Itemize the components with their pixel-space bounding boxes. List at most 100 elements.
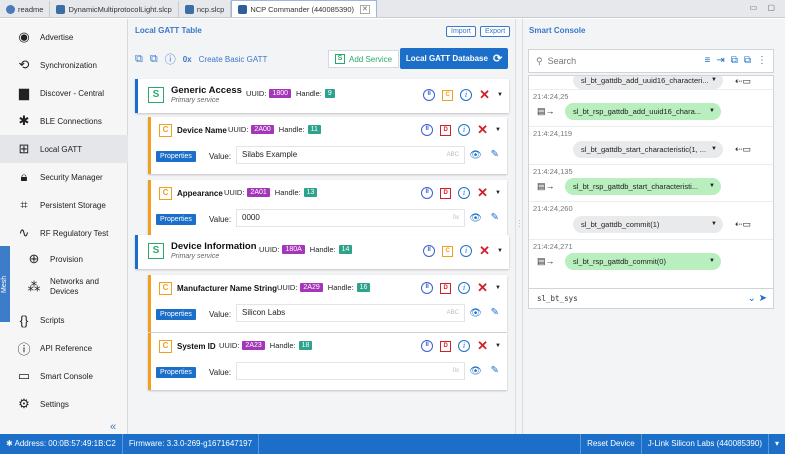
collapse-sidebar-icon[interactable]: « — [110, 421, 116, 433]
format-indicator[interactable]: 0x — [453, 210, 459, 226]
info-icon[interactable]: i — [458, 124, 471, 136]
command-bubble[interactable]: sl_bt_gattdb_start_characteristic(1, ...… — [573, 141, 723, 158]
pencil-icon[interactable]: ✎ — [491, 149, 499, 160]
send-icon[interactable]: ⌄ ➤ — [747, 289, 767, 308]
copy-icon[interactable]: ⧉ — [731, 55, 738, 66]
service-card[interactable]: S Device Information Primary service UUI… — [135, 235, 509, 269]
delete-icon[interactable]: ✕ — [477, 186, 488, 199]
eye-icon[interactable]: 👁︎ — [469, 213, 482, 224]
eye-icon[interactable]: 👁︎ — [469, 366, 482, 377]
eye-icon[interactable]: 👁︎ — [469, 150, 482, 161]
properties-button[interactable]: Properties — [156, 214, 196, 225]
value-input[interactable]: Silicon Labs ABC — [236, 304, 465, 322]
copy-icon[interactable]: ⧉ — [135, 53, 143, 66]
sidebar-item-scripts[interactable]: {} Scripts — [0, 306, 128, 334]
sidebar-item-persistent-storage[interactable]: ⌗ Persistent Storage — [0, 191, 128, 219]
chevron-down-icon[interactable]: ▼ — [711, 76, 717, 89]
info-icon[interactable]: i — [458, 340, 471, 352]
service-card[interactable]: S Generic Access Primary service UUID: 18… — [135, 79, 509, 113]
paste-icon[interactable]: ⧉ — [150, 53, 158, 66]
format-indicator[interactable]: ABC — [447, 147, 459, 163]
info-icon[interactable]: i — [460, 89, 473, 101]
info-icon[interactable]: i — [460, 245, 473, 257]
add-descriptor-icon[interactable]: D — [440, 340, 452, 352]
import-button[interactable]: Import — [446, 26, 476, 37]
chevron-down-icon[interactable]: ▼ — [497, 248, 503, 254]
tab-dmp-light[interactable]: DynamicMultiprotocolLight.slcp — [50, 1, 179, 17]
sidebar-item-local-gatt[interactable]: ⊞ Local GATT — [0, 135, 128, 163]
tab-ncp-commander[interactable]: NCP Commander (440085390) ✕ — [231, 0, 377, 17]
tab-readme[interactable]: readme — [0, 1, 51, 17]
chevron-down-icon[interactable]: ▼ — [495, 343, 501, 349]
chevron-down-icon[interactable]: ▼ — [495, 285, 501, 291]
clear-filter-icon[interactable]: ≡ — [704, 55, 710, 66]
properties-button[interactable]: Properties — [156, 367, 196, 378]
create-basic-gatt-button[interactable]: Create Basic GATT — [199, 55, 268, 64]
command-input[interactable]: sl_bt_sys ⌄ ➤ — [528, 288, 774, 309]
chevron-down-icon[interactable]: ▼ — [709, 103, 715, 120]
chevron-down-icon[interactable]: ▼ — [709, 178, 715, 195]
characteristic-card[interactable]: C Manufacturer Name String UUID: 2A29 Han… — [148, 275, 507, 332]
command-bubble[interactable]: sl_bt_gattdb_add_uuid16_characteri... ▼ — [573, 76, 723, 89]
sidebar-item-advertise[interactable]: ◉ Advertise — [0, 23, 128, 51]
add-descriptor-icon[interactable]: D — [440, 124, 452, 136]
add-characteristic-icon[interactable]: C — [442, 89, 454, 101]
chat-icon[interactable]: ▾ — [767, 434, 785, 454]
info-icon[interactable]: ⓘ — [165, 51, 176, 67]
delete-icon[interactable]: ✕ — [479, 244, 490, 257]
properties-button[interactable]: Properties — [156, 151, 196, 162]
sidebar-item-synchronization[interactable]: ⟲ Synchronization — [0, 51, 128, 79]
format-indicator[interactable]: ABC — [447, 305, 459, 321]
sidebar-item-discover[interactable]: ▆ Discover - Central — [0, 79, 128, 107]
sidebar-item-security-manager[interactable]: 🔒︎ Security Manager — [0, 163, 128, 191]
sidebar-item-settings[interactable]: ⚙ Settings — [0, 390, 128, 418]
console-log[interactable]: sl_bt_gattdb_add_uuid16_characteri... ▼ ⇠… — [528, 75, 774, 297]
add-service-button[interactable]: S Add Service — [328, 50, 400, 68]
delete-icon[interactable]: ✕ — [477, 339, 488, 352]
close-tab-icon[interactable]: ✕ — [360, 4, 370, 14]
chevron-down-icon[interactable]: ▼ — [709, 253, 715, 270]
add-descriptor-icon[interactable]: D — [440, 282, 452, 294]
eye-icon[interactable]: 👁︎ — [469, 308, 482, 319]
command-bubble[interactable]: sl_bt_gattdb_commit(1) ▼ — [573, 216, 723, 233]
hex-icon[interactable]: 0x — [183, 55, 192, 64]
export-log-icon[interactable]: ⇥ — [716, 55, 724, 66]
characteristic-card[interactable]: C Device Name UUID: 2A00 Handle: 11 II D i… — [148, 117, 507, 174]
sidebar-item-networks-devices[interactable]: ⁂ Networks and Devices — [0, 273, 128, 301]
local-gatt-database-button[interactable]: Local GATT Database ⟳ — [400, 48, 508, 69]
add-descriptor-icon[interactable]: D — [440, 187, 452, 199]
info-icon[interactable]: i — [458, 282, 471, 294]
response-bubble[interactable]: sl_bt_rsp_gattdb_commit(0) ▼ — [565, 253, 721, 270]
format-indicator[interactable]: 0x — [453, 363, 459, 379]
info-icon[interactable]: i — [458, 187, 471, 199]
response-bubble[interactable]: sl_bt_rsp_gattdb_start_characteristi... ▼ — [565, 178, 721, 195]
descriptor-icon[interactable]: II — [421, 124, 434, 136]
sidebar-item-smart-console[interactable]: ▭ Smart Console — [0, 362, 128, 390]
sidebar-item-ble-connections[interactable]: ✱ BLE Connections — [0, 107, 128, 135]
window-controls[interactable]: ▭ ▢ — [750, 3, 779, 12]
pencil-icon[interactable]: ✎ — [491, 307, 499, 318]
tab-ncp-slcp[interactable]: ncp.slcp — [179, 1, 232, 17]
value-input[interactable]: 0000 0x — [236, 209, 465, 227]
descriptor-icon[interactable]: II — [421, 187, 434, 199]
chevron-down-icon[interactable]: ▼ — [497, 92, 503, 98]
delete-icon[interactable]: ✕ — [477, 281, 488, 294]
add-characteristic-icon[interactable]: C — [442, 245, 454, 257]
reset-device-button[interactable]: Reset Device — [580, 434, 641, 454]
more-icon[interactable]: ⋮ — [757, 55, 767, 66]
pencil-icon[interactable]: ✎ — [491, 365, 499, 376]
properties-button[interactable]: Properties — [156, 309, 196, 320]
jlink-status[interactable]: J-Link Silicon Labs (440085390) — [640, 434, 768, 454]
chevron-down-icon[interactable]: ▼ — [495, 190, 501, 196]
chevron-down-icon[interactable]: ▼ — [711, 141, 717, 158]
delete-icon[interactable]: ✕ — [477, 123, 488, 136]
include-icon[interactable]: II — [423, 245, 436, 257]
paste-icon[interactable]: ⧉ — [744, 55, 751, 66]
descriptor-icon[interactable]: II — [421, 340, 434, 352]
sidebar-item-rf-regulatory[interactable]: ∿ RF Regulatory Test — [0, 219, 128, 247]
delete-icon[interactable]: ✕ — [479, 88, 490, 101]
chevron-down-icon[interactable]: ▼ — [711, 216, 717, 233]
sidebar-item-provision[interactable]: ⊕ Provision — [0, 245, 128, 273]
export-button[interactable]: Export — [480, 26, 511, 37]
characteristic-card[interactable]: C Appearance UUID: 2A01 Handle: 13 II D i … — [148, 180, 507, 237]
